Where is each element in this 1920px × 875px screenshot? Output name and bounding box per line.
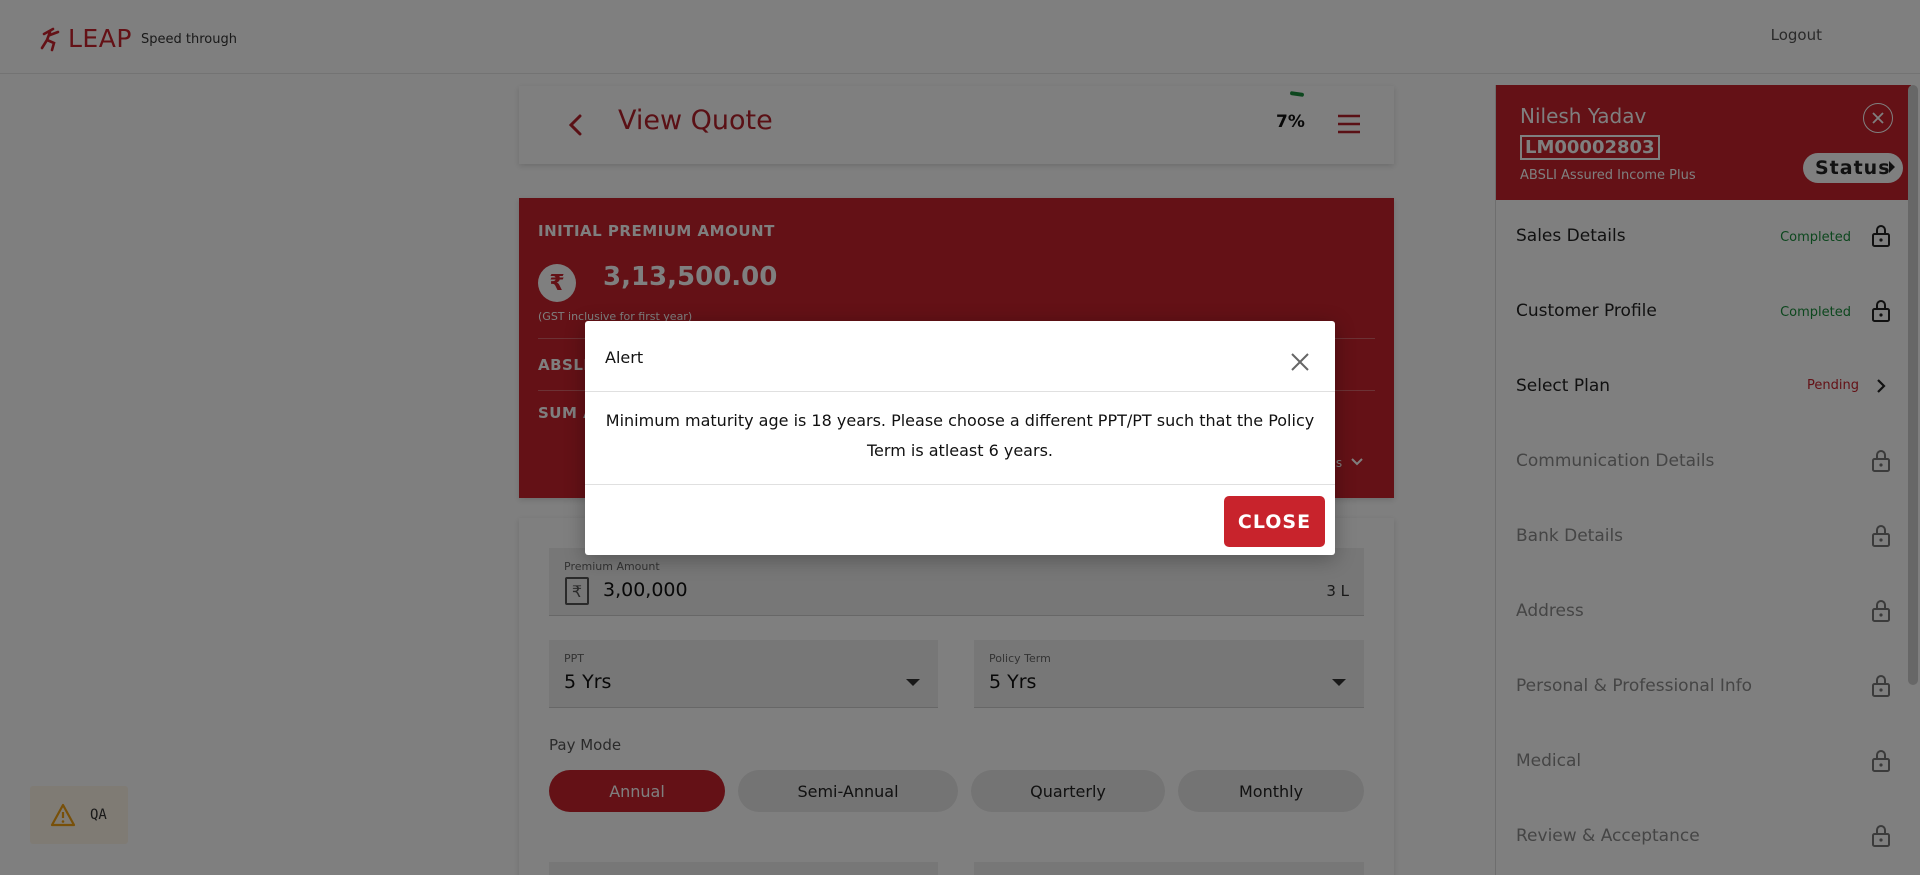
close-icon[interactable] — [1289, 351, 1311, 373]
dialog-message: Minimum maturity age is 18 years. Please… — [605, 411, 1315, 460]
dialog-title: Alert — [605, 348, 644, 367]
close-button[interactable]: CLOSE — [1224, 496, 1325, 547]
divider — [585, 484, 1335, 485]
divider — [585, 391, 1335, 392]
alert-dialog: Alert Minimum maturity age is 18 years. … — [585, 321, 1335, 555]
